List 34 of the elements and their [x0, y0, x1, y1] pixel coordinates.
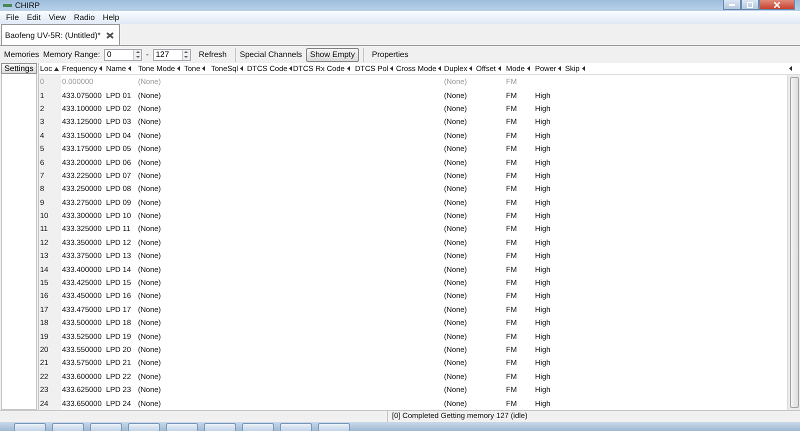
- up-arrow-icon[interactable]: [136, 51, 140, 53]
- range-dash: -: [146, 50, 149, 59]
- menu-item[interactable]: File: [2, 13, 23, 22]
- special-channels-label: Special Channels: [240, 50, 302, 59]
- show-empty-button[interactable]: Show Empty: [306, 48, 359, 62]
- up-arrow-icon[interactable]: [184, 51, 188, 53]
- app-icon: [3, 3, 12, 8]
- range-start-field[interactable]: 0: [105, 50, 134, 60]
- maximize-icon: [747, 2, 753, 8]
- close-icon: [774, 2, 780, 8]
- close-button[interactable]: [759, 0, 795, 10]
- down-arrow-icon[interactable]: [184, 56, 188, 58]
- document-tab[interactable]: Baofeng UV-5R: (Untitled)*: [1, 24, 120, 45]
- minimize-button[interactable]: [723, 0, 741, 10]
- sort-triangle-icon: [789, 66, 792, 71]
- menu-item[interactable]: View: [44, 13, 70, 22]
- range-end-spinbox[interactable]: 127: [152, 48, 191, 60]
- tab-label: Baofeng UV-5R: (Untitled)*: [5, 30, 101, 40]
- scroll-bar[interactable]: [787, 75, 800, 410]
- range-end-field[interactable]: 127: [154, 50, 182, 60]
- minimize-icon: [729, 3, 735, 6]
- menu-item[interactable]: Edit: [22, 13, 45, 22]
- menu-item[interactable]: Radio: [70, 13, 99, 22]
- properties-button[interactable]: Properties: [368, 48, 412, 62]
- close-icon[interactable]: [106, 32, 114, 38]
- maximize-button[interactable]: [741, 0, 759, 10]
- memory-range-label: Memory Range:: [43, 50, 100, 59]
- memories-label: Memories: [4, 50, 40, 59]
- menu-item[interactable]: Help: [98, 13, 124, 22]
- settings-button[interactable]: Settings: [1, 63, 37, 74]
- down-arrow-icon[interactable]: [136, 56, 140, 58]
- refresh-button[interactable]: Refresh: [194, 48, 231, 62]
- range-start-spinbox[interactable]: 0: [104, 48, 142, 60]
- window-title: CHIRP: [15, 1, 40, 10]
